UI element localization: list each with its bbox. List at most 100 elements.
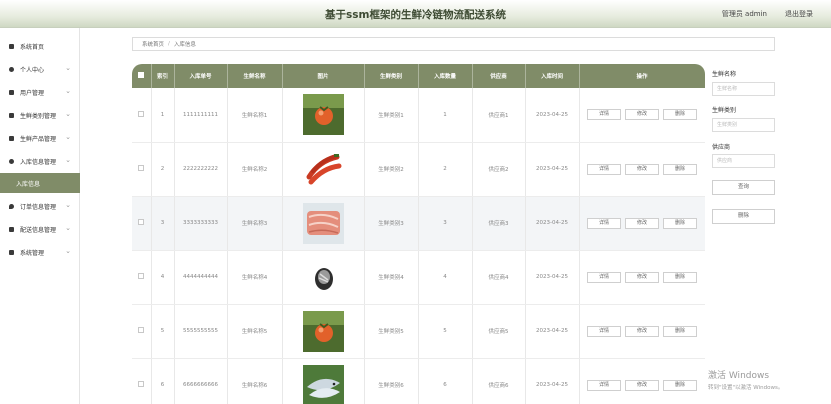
edit-button[interactable]: 修改 bbox=[625, 109, 659, 121]
delete-button[interactable]: 删除 bbox=[663, 217, 697, 229]
table-row: 5 5555555555 生鲜名称5 生鲜类别5 5 供应商5 2023-04-25 详情 修改… bbox=[132, 304, 705, 359]
delete-button[interactable]: 删除 bbox=[663, 109, 697, 121]
sidebar-item-system[interactable]: 系统管理 ⌄ bbox=[0, 243, 80, 261]
grid-icon bbox=[9, 112, 14, 118]
chevron-down-icon: ⌄ bbox=[65, 224, 71, 232]
batch-delete-button[interactable]: 删除 bbox=[712, 209, 775, 224]
sidebar-item-label: 订单信息管理 bbox=[20, 203, 57, 211]
sidebar: 系统首页 个人中心 ⌄ 用户管理 ⌄ 生鲜类别管理 ⌄ 生鲜产品管理 ⌄ 入库信… bbox=[0, 28, 80, 404]
supplier-cell: 供应商2 bbox=[472, 142, 526, 197]
column-header: 入库时间 bbox=[525, 64, 580, 88]
delete-button[interactable]: 删除 bbox=[663, 379, 697, 391]
index-cell: 4 bbox=[151, 250, 175, 305]
image-cell bbox=[282, 142, 365, 197]
top-bar: 基于ssm框架的生鲜冷链物流配送系统 管理员 admin 退出登录 bbox=[0, 0, 831, 28]
chevron-down-icon: ⌄ bbox=[65, 87, 71, 95]
product-image bbox=[302, 256, 344, 298]
logout-link[interactable]: 退出登录 bbox=[785, 9, 813, 19]
delete-button[interactable]: 删除 bbox=[663, 325, 697, 337]
actions-cell: 详情 修改 删除 bbox=[579, 88, 705, 143]
sidebar-item-stock-in[interactable]: 入库信息管理 ⌄ bbox=[0, 152, 80, 170]
edit-button[interactable]: 修改 bbox=[625, 217, 659, 229]
actions-cell: 详情 修改 删除 bbox=[579, 358, 705, 404]
sidebar-item-label: 生鲜类别管理 bbox=[20, 112, 57, 120]
delete-button[interactable]: 删除 bbox=[663, 163, 697, 175]
chevron-down-icon: ⌄ bbox=[65, 247, 71, 255]
query-button[interactable]: 查询 bbox=[712, 180, 775, 195]
sidebar-item-delivery[interactable]: 配送信息管理 ⌄ bbox=[0, 220, 80, 238]
sidebar-item-products[interactable]: 生鲜产品管理 ⌄ bbox=[0, 129, 80, 147]
column-header: 索引 bbox=[151, 64, 175, 88]
user-icon bbox=[9, 158, 14, 164]
detail-button[interactable]: 详情 bbox=[587, 109, 621, 121]
breadcrumb-home[interactable]: 系统首页 bbox=[142, 40, 164, 48]
current-user: 管理员 admin bbox=[721, 10, 767, 18]
user-icon bbox=[9, 66, 14, 72]
sidebar-item-orders[interactable]: 订单信息管理 ⌄ bbox=[0, 197, 80, 215]
column-header: 生鲜名称 bbox=[227, 64, 283, 88]
image-cell bbox=[282, 250, 365, 305]
product-name-cell: 生鲜名称4 bbox=[227, 250, 283, 305]
actions-cell: 详情 修改 删除 bbox=[579, 196, 705, 251]
chevron-down-icon: ⌄ bbox=[65, 133, 71, 141]
supplier-filter-label: 供应商 bbox=[712, 144, 731, 151]
home-icon bbox=[9, 43, 14, 49]
sidebar-item-profile[interactable]: 个人中心 ⌄ bbox=[0, 60, 80, 78]
time-cell: 2023-04-25 bbox=[525, 142, 580, 197]
delete-button[interactable]: 删除 bbox=[663, 271, 697, 283]
time-cell: 2023-04-25 bbox=[525, 88, 580, 143]
time-cell: 2023-04-25 bbox=[525, 304, 580, 359]
row-checkbox[interactable] bbox=[132, 358, 152, 404]
stock-in-table: 索引 入库单号 生鲜名称 图片 生鲜类别 入库数量 供应商 入库时间 操作 11… bbox=[132, 64, 705, 404]
product-image bbox=[302, 202, 344, 244]
monitor-icon bbox=[9, 89, 14, 95]
category-cell: 生鲜类别5 bbox=[364, 304, 419, 359]
row-checkbox[interactable] bbox=[132, 304, 152, 359]
detail-button[interactable]: 详情 bbox=[587, 271, 621, 283]
stock-no-cell: 2222222222 bbox=[174, 142, 228, 197]
row-checkbox[interactable] bbox=[132, 88, 152, 143]
actions-cell: 详情 修改 删除 bbox=[579, 304, 705, 359]
category-cell: 生鲜类别4 bbox=[364, 250, 419, 305]
row-checkbox[interactable] bbox=[132, 142, 152, 197]
stock-no-cell: 6666666666 bbox=[174, 358, 228, 404]
sidebar-item-users[interactable]: 用户管理 ⌄ bbox=[0, 83, 80, 101]
time-cell: 2023-04-25 bbox=[525, 358, 580, 404]
quantity-cell: 4 bbox=[418, 250, 473, 305]
chevron-down-icon: ⌄ bbox=[65, 201, 71, 209]
column-header: 图片 bbox=[282, 64, 365, 88]
edit-button[interactable]: 修改 bbox=[625, 325, 659, 337]
table-header-row: 索引 入库单号 生鲜名称 图片 生鲜类别 入库数量 供应商 入库时间 操作 bbox=[132, 64, 705, 88]
sidebar-subitem-stock-in-info[interactable]: 入库信息 bbox=[0, 173, 80, 193]
name-filter-input[interactable]: 生鲜名称 bbox=[712, 82, 775, 96]
row-checkbox[interactable] bbox=[132, 250, 152, 305]
index-cell: 2 bbox=[151, 142, 175, 197]
category-filter-input[interactable]: 生鲜类别 bbox=[712, 118, 775, 132]
category-cell: 生鲜类别3 bbox=[364, 196, 419, 251]
edit-button[interactable]: 修改 bbox=[625, 163, 659, 175]
stock-no-cell: 3333333333 bbox=[174, 196, 228, 251]
detail-button[interactable]: 详情 bbox=[587, 217, 621, 229]
product-image bbox=[302, 310, 344, 352]
sidebar-item-category[interactable]: 生鲜类别管理 ⌄ bbox=[0, 106, 80, 124]
detail-button[interactable]: 详情 bbox=[587, 163, 621, 175]
product-image bbox=[302, 94, 344, 136]
product-name-cell: 生鲜名称5 bbox=[227, 304, 283, 359]
sidebar-item-label: 个人中心 bbox=[20, 66, 45, 74]
monitor-icon bbox=[9, 135, 14, 141]
row-checkbox[interactable] bbox=[132, 196, 152, 251]
quantity-cell: 1 bbox=[418, 88, 473, 143]
sidebar-item-label: 入库信息管理 bbox=[20, 158, 57, 166]
index-cell: 6 bbox=[151, 358, 175, 404]
check-icon bbox=[9, 249, 14, 255]
supplier-cell: 供应商5 bbox=[472, 304, 526, 359]
edit-button[interactable]: 修改 bbox=[625, 271, 659, 283]
select-all-checkbox[interactable] bbox=[132, 64, 152, 88]
detail-button[interactable]: 详情 bbox=[587, 379, 621, 391]
chevron-down-icon: ⌄ bbox=[65, 110, 71, 118]
time-cell: 2023-04-25 bbox=[525, 196, 580, 251]
supplier-filter-input[interactable]: 供应商 bbox=[712, 154, 775, 168]
edit-button[interactable]: 修改 bbox=[625, 379, 659, 391]
detail-button[interactable]: 详情 bbox=[587, 325, 621, 337]
sidebar-item-home[interactable]: 系统首页 bbox=[0, 37, 80, 55]
